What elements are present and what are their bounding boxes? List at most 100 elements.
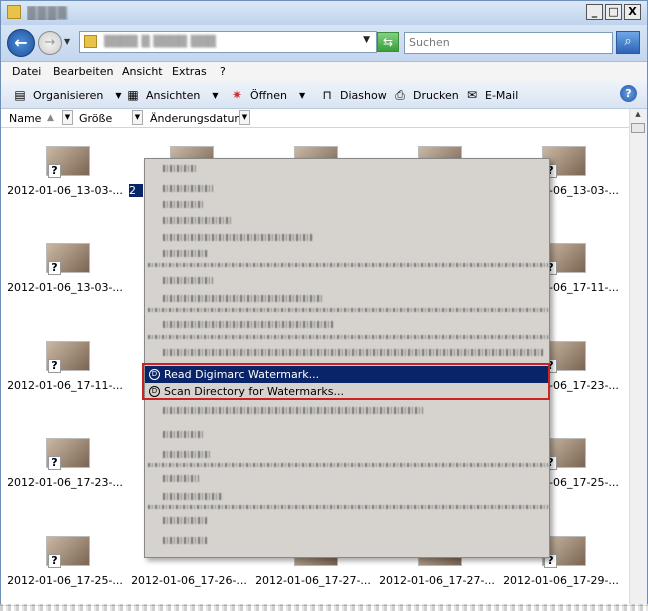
obscured-menu-item[interactable] [163, 165, 197, 172]
folder-icon [7, 5, 21, 19]
obscured-menu-item[interactable] [163, 517, 207, 524]
obscured-menu-item[interactable] [163, 295, 323, 302]
menu-file[interactable]: Datei [12, 65, 41, 78]
chevron-down-icon: ▼ [298, 90, 306, 100]
scroll-up-icon[interactable]: ▲ [631, 110, 645, 120]
print-button[interactable]: ⎙ Drucken [392, 87, 459, 103]
obscured-menu-item[interactable] [163, 475, 199, 482]
obscured-menu-item[interactable] [163, 431, 203, 438]
obscured-menu-item[interactable] [163, 349, 543, 356]
views-icon: ▦ [127, 88, 139, 102]
file-name: 2012-01-06_17-23-... [7, 476, 123, 489]
menu-separator [148, 263, 548, 267]
unknown-type-icon: ? [48, 164, 61, 178]
file-item[interactable]: ? 2012-01-06_13-03-... [5, 146, 125, 236]
menu-view[interactable]: Ansicht [122, 65, 163, 78]
folder-icon [84, 35, 97, 48]
file-name: 2012-01-06_17-29-... [503, 574, 619, 587]
address-field[interactable]: ▒▒▒▒ ▒ ▒▒▒▒ ▒▒▒ ▼ [79, 31, 377, 53]
window-title: ▒▒▒▒ ▒▒▒ [27, 6, 68, 20]
views-button[interactable]: ▦ Ansichten ▼ [125, 87, 219, 103]
unknown-type-icon: ? [48, 554, 61, 568]
scan-directory-menu-item[interactable]: D Scan Directory for Watermarks... [145, 383, 549, 400]
menu-separator [148, 308, 548, 312]
help-icon[interactable]: ? [620, 85, 637, 102]
back-button[interactable]: ← [7, 29, 35, 57]
obscured-menu-item[interactable] [163, 277, 213, 284]
chevron-down-icon[interactable]: ▼ [363, 35, 370, 45]
digimarc-icon: D [149, 386, 160, 397]
refresh-button[interactable]: ⇆ [377, 32, 399, 52]
window-controls: _ □ X [586, 4, 641, 20]
slideshow-icon: ⊓ [322, 88, 332, 102]
digimarc-icon: D [149, 369, 160, 380]
column-name-dropdown[interactable]: ▼ [62, 110, 73, 125]
forward-button[interactable]: → [38, 31, 62, 55]
title-bar: ▒▒▒▒ ▒▒▒ _ □ X [1, 1, 647, 25]
close-button[interactable]: X [624, 4, 641, 20]
obscured-menu-item[interactable] [163, 250, 208, 257]
minimize-button[interactable]: _ [586, 4, 603, 20]
menu-separator [148, 463, 548, 467]
file-item[interactable]: ? 2012-01-06_17-25-... [5, 536, 125, 605]
search-icon[interactable]: ⌕ [616, 31, 640, 54]
menu-bar: Datei Bearbeiten Ansicht Extras ? [1, 62, 647, 81]
address-toolbar: ← → ▼ ▒▒▒▒ ▒ ▒▒▒▒ ▒▒▒ ▼ ⇆ Suchen ⌕ [1, 25, 647, 62]
unknown-type-icon: ? [48, 261, 61, 275]
obscured-menu-item[interactable] [163, 451, 211, 458]
column-header: Name ▲ ▼ Größe ▼ Änderungsdatum ▼ [1, 109, 647, 128]
torn-edge [0, 604, 648, 611]
search-input[interactable]: Suchen [404, 32, 613, 54]
email-button[interactable]: ✉ E-Mail [464, 87, 518, 103]
slideshow-button[interactable]: ⊓ Diashow [319, 87, 386, 103]
file-name: 2012-01-06_17-11-... [7, 379, 123, 392]
column-size-dropdown[interactable]: ▼ [132, 110, 143, 125]
obscured-menu-item[interactable] [163, 493, 223, 500]
open-icon: ✷ [231, 88, 243, 102]
obscured-menu-item[interactable] [163, 407, 423, 414]
file-item[interactable]: ? 2012-01-06_17-11-... [5, 341, 125, 431]
menu-separator [148, 335, 548, 339]
mail-icon: ✉ [466, 88, 478, 102]
file-name: 2012-01-06_13-03-... [7, 281, 123, 294]
unknown-type-icon: ? [48, 456, 61, 470]
column-name[interactable]: Name [9, 111, 41, 125]
file-item[interactable]: ? 2012-01-06_13-03-... [5, 243, 125, 333]
menu-edit[interactable]: Bearbeiten [53, 65, 113, 78]
read-watermark-menu-item[interactable]: D Read Digimarc Watermark... [145, 366, 549, 383]
obscured-menu-item[interactable] [163, 537, 207, 544]
menu-tools[interactable]: Extras [172, 65, 207, 78]
chevron-down-icon: ▼ [212, 90, 219, 100]
context-menu: D Read Digimarc Watermark... D Scan Dire… [144, 158, 550, 558]
column-date-dropdown[interactable]: ▼ [239, 110, 250, 125]
column-date[interactable]: Änderungsdatum [150, 111, 245, 125]
menu-help[interactable]: ? [220, 65, 226, 78]
explorer-window: ▒▒▒▒ ▒▒▒ _ □ X ← → ▼ ▒▒▒▒ ▒ ▒▒▒▒ ▒▒▒ ▼ ⇆… [0, 0, 648, 606]
menu-separator [148, 505, 548, 509]
file-name: 2012-01-06_17-27-... [255, 574, 371, 587]
organize-button[interactable]: ▤ Organisieren ▼ [12, 87, 121, 103]
chevron-down-icon: ▼ [115, 90, 122, 100]
scroll-thumb[interactable] [631, 123, 645, 133]
obscured-menu-item[interactable] [163, 321, 333, 328]
open-button[interactable]: ✷ Öffnen ▼ [229, 87, 305, 103]
maximize-button[interactable]: □ [605, 4, 622, 20]
column-size[interactable]: Größe [79, 111, 112, 125]
address-path: ▒▒▒▒ ▒ ▒▒▒▒ ▒▒▒ [104, 35, 217, 48]
vertical-scrollbar[interactable]: ▲ [629, 109, 647, 605]
file-item[interactable]: ? 2012-01-06_17-23-... [5, 438, 125, 528]
unknown-type-icon: ? [48, 359, 61, 373]
obscured-menu-item[interactable] [163, 185, 213, 192]
file-name: 2012-01-06_17-26-... [131, 574, 247, 587]
obscured-menu-item[interactable] [163, 234, 313, 241]
sort-ascending-icon: ▲ [47, 113, 54, 123]
history-dropdown-icon[interactable]: ▼ [64, 37, 70, 46]
organize-icon: ▤ [14, 88, 26, 102]
file-name: 2012-01-06_17-25-... [7, 574, 123, 587]
file-name-selected: 2 [129, 184, 143, 197]
command-toolbar: ▤ Organisieren ▼ ▦ Ansichten ▼ ✷ Öffnen … [1, 81, 647, 109]
file-name: 2012-01-06_13-03-... [7, 184, 123, 197]
obscured-menu-item[interactable] [163, 201, 203, 208]
obscured-menu-item[interactable] [163, 217, 233, 224]
printer-icon: ⎙ [395, 88, 405, 102]
